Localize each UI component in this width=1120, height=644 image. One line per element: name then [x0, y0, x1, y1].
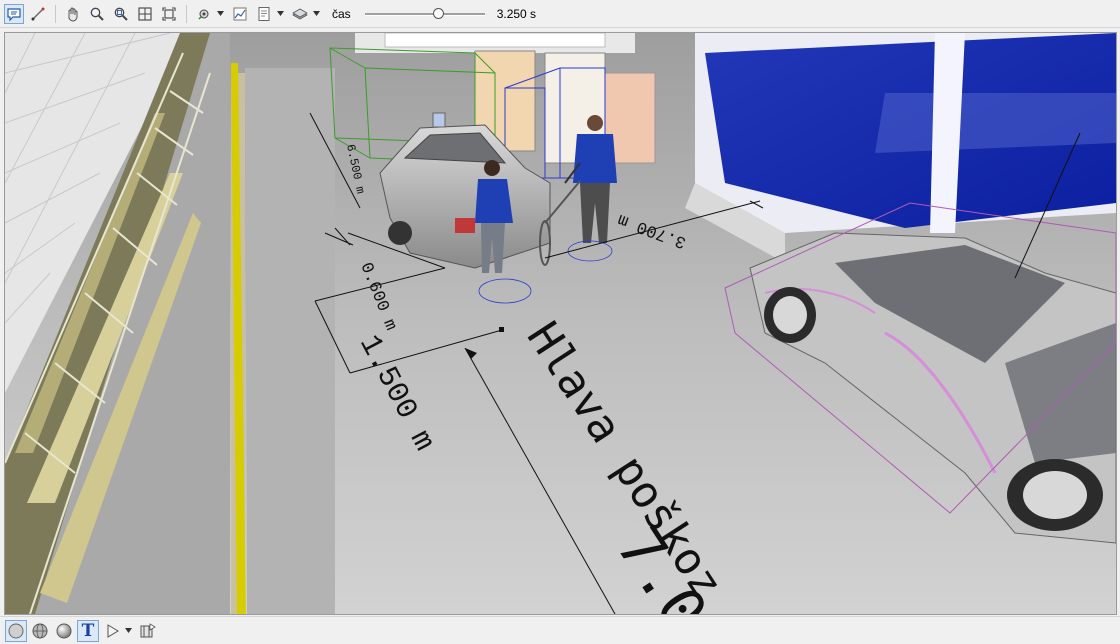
- back-sign: [384, 33, 606, 48]
- graph-button[interactable]: [230, 4, 250, 24]
- measure-tool-button[interactable]: [28, 4, 48, 24]
- layers-icon: [292, 8, 308, 19]
- toolbar-separator: [186, 4, 187, 23]
- report-button[interactable]: [254, 4, 274, 24]
- measure-line-icon: [31, 7, 45, 20]
- text-tool-button[interactable]: T: [77, 619, 99, 642]
- chevron-down-icon: [216, 11, 224, 16]
- top-toolbar: čas 3.250 s: [0, 0, 1120, 28]
- zoom-region-icon: [114, 7, 128, 21]
- zoom-tool-button[interactable]: [87, 4, 107, 24]
- zoom-fit-button[interactable]: [135, 4, 155, 24]
- sphere-smooth-icon: [56, 623, 72, 638]
- comment-icon: [7, 7, 21, 21]
- render-dropdown[interactable]: [312, 4, 320, 24]
- shading-smooth-button[interactable]: [53, 620, 75, 642]
- zoom-region-button[interactable]: [111, 4, 131, 24]
- shading-wireframe-button[interactable]: [29, 620, 51, 642]
- scene-viewport[interactable]: 1.500 m 0.600 m 3.700 m 6.500 m Hlava po…: [4, 32, 1117, 615]
- sphere-flat-icon: [8, 623, 24, 638]
- animation-options-button[interactable]: [194, 4, 214, 24]
- play-dropdown[interactable]: [124, 621, 132, 641]
- zoom-extents-icon: [162, 6, 176, 21]
- comment-tool-button[interactable]: [4, 3, 24, 24]
- export-animation-button[interactable]: [137, 620, 159, 642]
- time-slider[interactable]: [364, 4, 485, 24]
- chevron-down-icon: [124, 628, 132, 633]
- pan-tool-button[interactable]: [63, 4, 83, 24]
- zoom-icon: [90, 7, 104, 21]
- toolbar-separator: [55, 4, 56, 23]
- graph-icon: [233, 7, 247, 20]
- animation-options-dropdown[interactable]: [216, 4, 224, 24]
- chevron-down-icon: [312, 11, 320, 16]
- play-button[interactable]: [101, 620, 123, 642]
- sphere-wireframe-icon: [32, 623, 48, 638]
- pan-hand-icon: [68, 7, 78, 21]
- time-label: čas: [332, 6, 351, 21]
- report-dropdown[interactable]: [276, 4, 284, 24]
- zoom-fit-icon: [138, 6, 152, 21]
- scene-canvas: 1.500 m 0.600 m 3.700 m 6.500 m Hlava po…: [5, 33, 1116, 614]
- play-icon: [107, 623, 119, 638]
- sidewalk: [245, 68, 335, 614]
- bottom-toolbar: T: [0, 616, 1120, 644]
- text-tool-icon: T: [81, 620, 95, 641]
- time-slider-track: [364, 12, 485, 16]
- zoom-extents-button[interactable]: [159, 4, 179, 24]
- time-slider-thumb[interactable]: [433, 7, 445, 19]
- chevron-down-icon: [276, 11, 284, 16]
- blue-wall-highlight: [875, 93, 1116, 153]
- film-export-icon: [140, 622, 156, 637]
- animation-settings-icon: [198, 9, 209, 20]
- document-icon: [258, 6, 270, 21]
- render-button[interactable]: [290, 4, 310, 24]
- app-window: čas 3.250 s 1.500 m 0.600 m 3.700 m 6.50…: [0, 0, 1120, 644]
- shading-flat-button[interactable]: [5, 619, 27, 642]
- time-value: 3.250 s: [496, 6, 537, 21]
